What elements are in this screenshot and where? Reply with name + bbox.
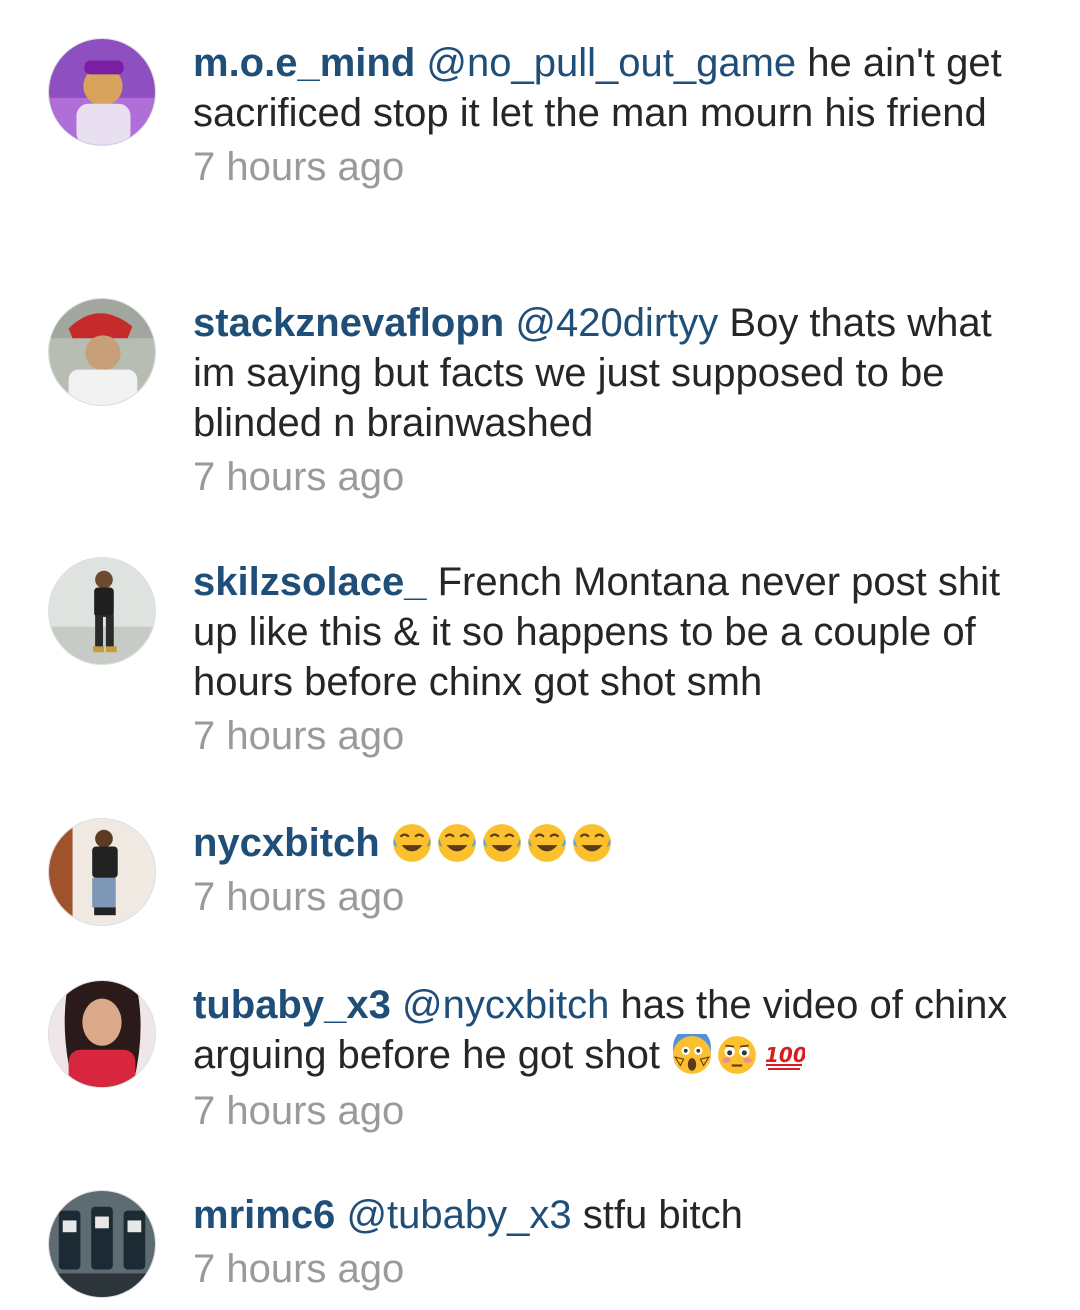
timestamp: 7 hours ago	[193, 1089, 405, 1133]
avatar[interactable]	[48, 557, 156, 665]
mention-link[interactable]: @no_pull_out_game	[426, 41, 796, 85]
face-with-tears-of-joy-icon	[526, 822, 568, 864]
timestamp: 7 hours ago	[193, 875, 405, 919]
mention-link[interactable]: @420dirtyy	[515, 301, 718, 345]
svg-text:100: 100	[765, 1043, 805, 1067]
comment-text: stackznevaflopn @420dirtyy Boy thats wha…	[193, 298, 1013, 448]
username-link[interactable]: nycxbitch	[193, 821, 380, 865]
face-with-tears-of-joy-icon	[391, 822, 433, 864]
username-link[interactable]: tubaby_x3	[193, 983, 391, 1027]
username-link[interactable]: stackznevaflopn	[193, 301, 504, 345]
avatar[interactable]	[48, 980, 156, 1088]
face-with-tears-of-joy-icon	[436, 822, 478, 864]
timestamp: 7 hours ago	[193, 145, 405, 189]
flushed-face-icon	[716, 1034, 758, 1076]
username-link[interactable]: mrimc6	[193, 1193, 335, 1237]
avatar[interactable]	[48, 38, 156, 146]
comment-list: m.o.e_mind @no_pull_out_game he ain't ge…	[0, 0, 1080, 1310]
mention-link[interactable]: @tubaby_x3	[346, 1193, 571, 1237]
timestamp: 7 hours ago	[193, 714, 405, 758]
comment-text: skilzsolace_ French Montana never post s…	[193, 557, 1013, 707]
username-link[interactable]: m.o.e_mind	[193, 41, 415, 85]
username-link[interactable]: skilzsolace_	[193, 560, 427, 604]
comment-text: mrimc6 @tubaby_x3 stfu bitch	[193, 1190, 1013, 1240]
avatar[interactable]	[48, 1190, 156, 1298]
comment-text: tubaby_x3 @nycxbitch has the video of ch…	[193, 980, 1013, 1082]
face-screaming-in-fear-icon	[671, 1034, 713, 1076]
comment-text: nycxbitch	[193, 818, 1013, 868]
face-with-tears-of-joy-icon	[571, 822, 613, 864]
comment-text: m.o.e_mind @no_pull_out_game he ain't ge…	[193, 38, 1013, 138]
avatar[interactable]	[48, 298, 156, 406]
face-with-tears-of-joy-icon	[481, 822, 523, 864]
timestamp: 7 hours ago	[193, 1247, 405, 1291]
avatar[interactable]	[48, 818, 156, 926]
hundred-points-icon: 100	[765, 1032, 807, 1082]
timestamp: 7 hours ago	[193, 455, 405, 499]
mention-link[interactable]: @nycxbitch	[402, 983, 609, 1027]
comment-message: stfu bitch	[582, 1193, 743, 1237]
